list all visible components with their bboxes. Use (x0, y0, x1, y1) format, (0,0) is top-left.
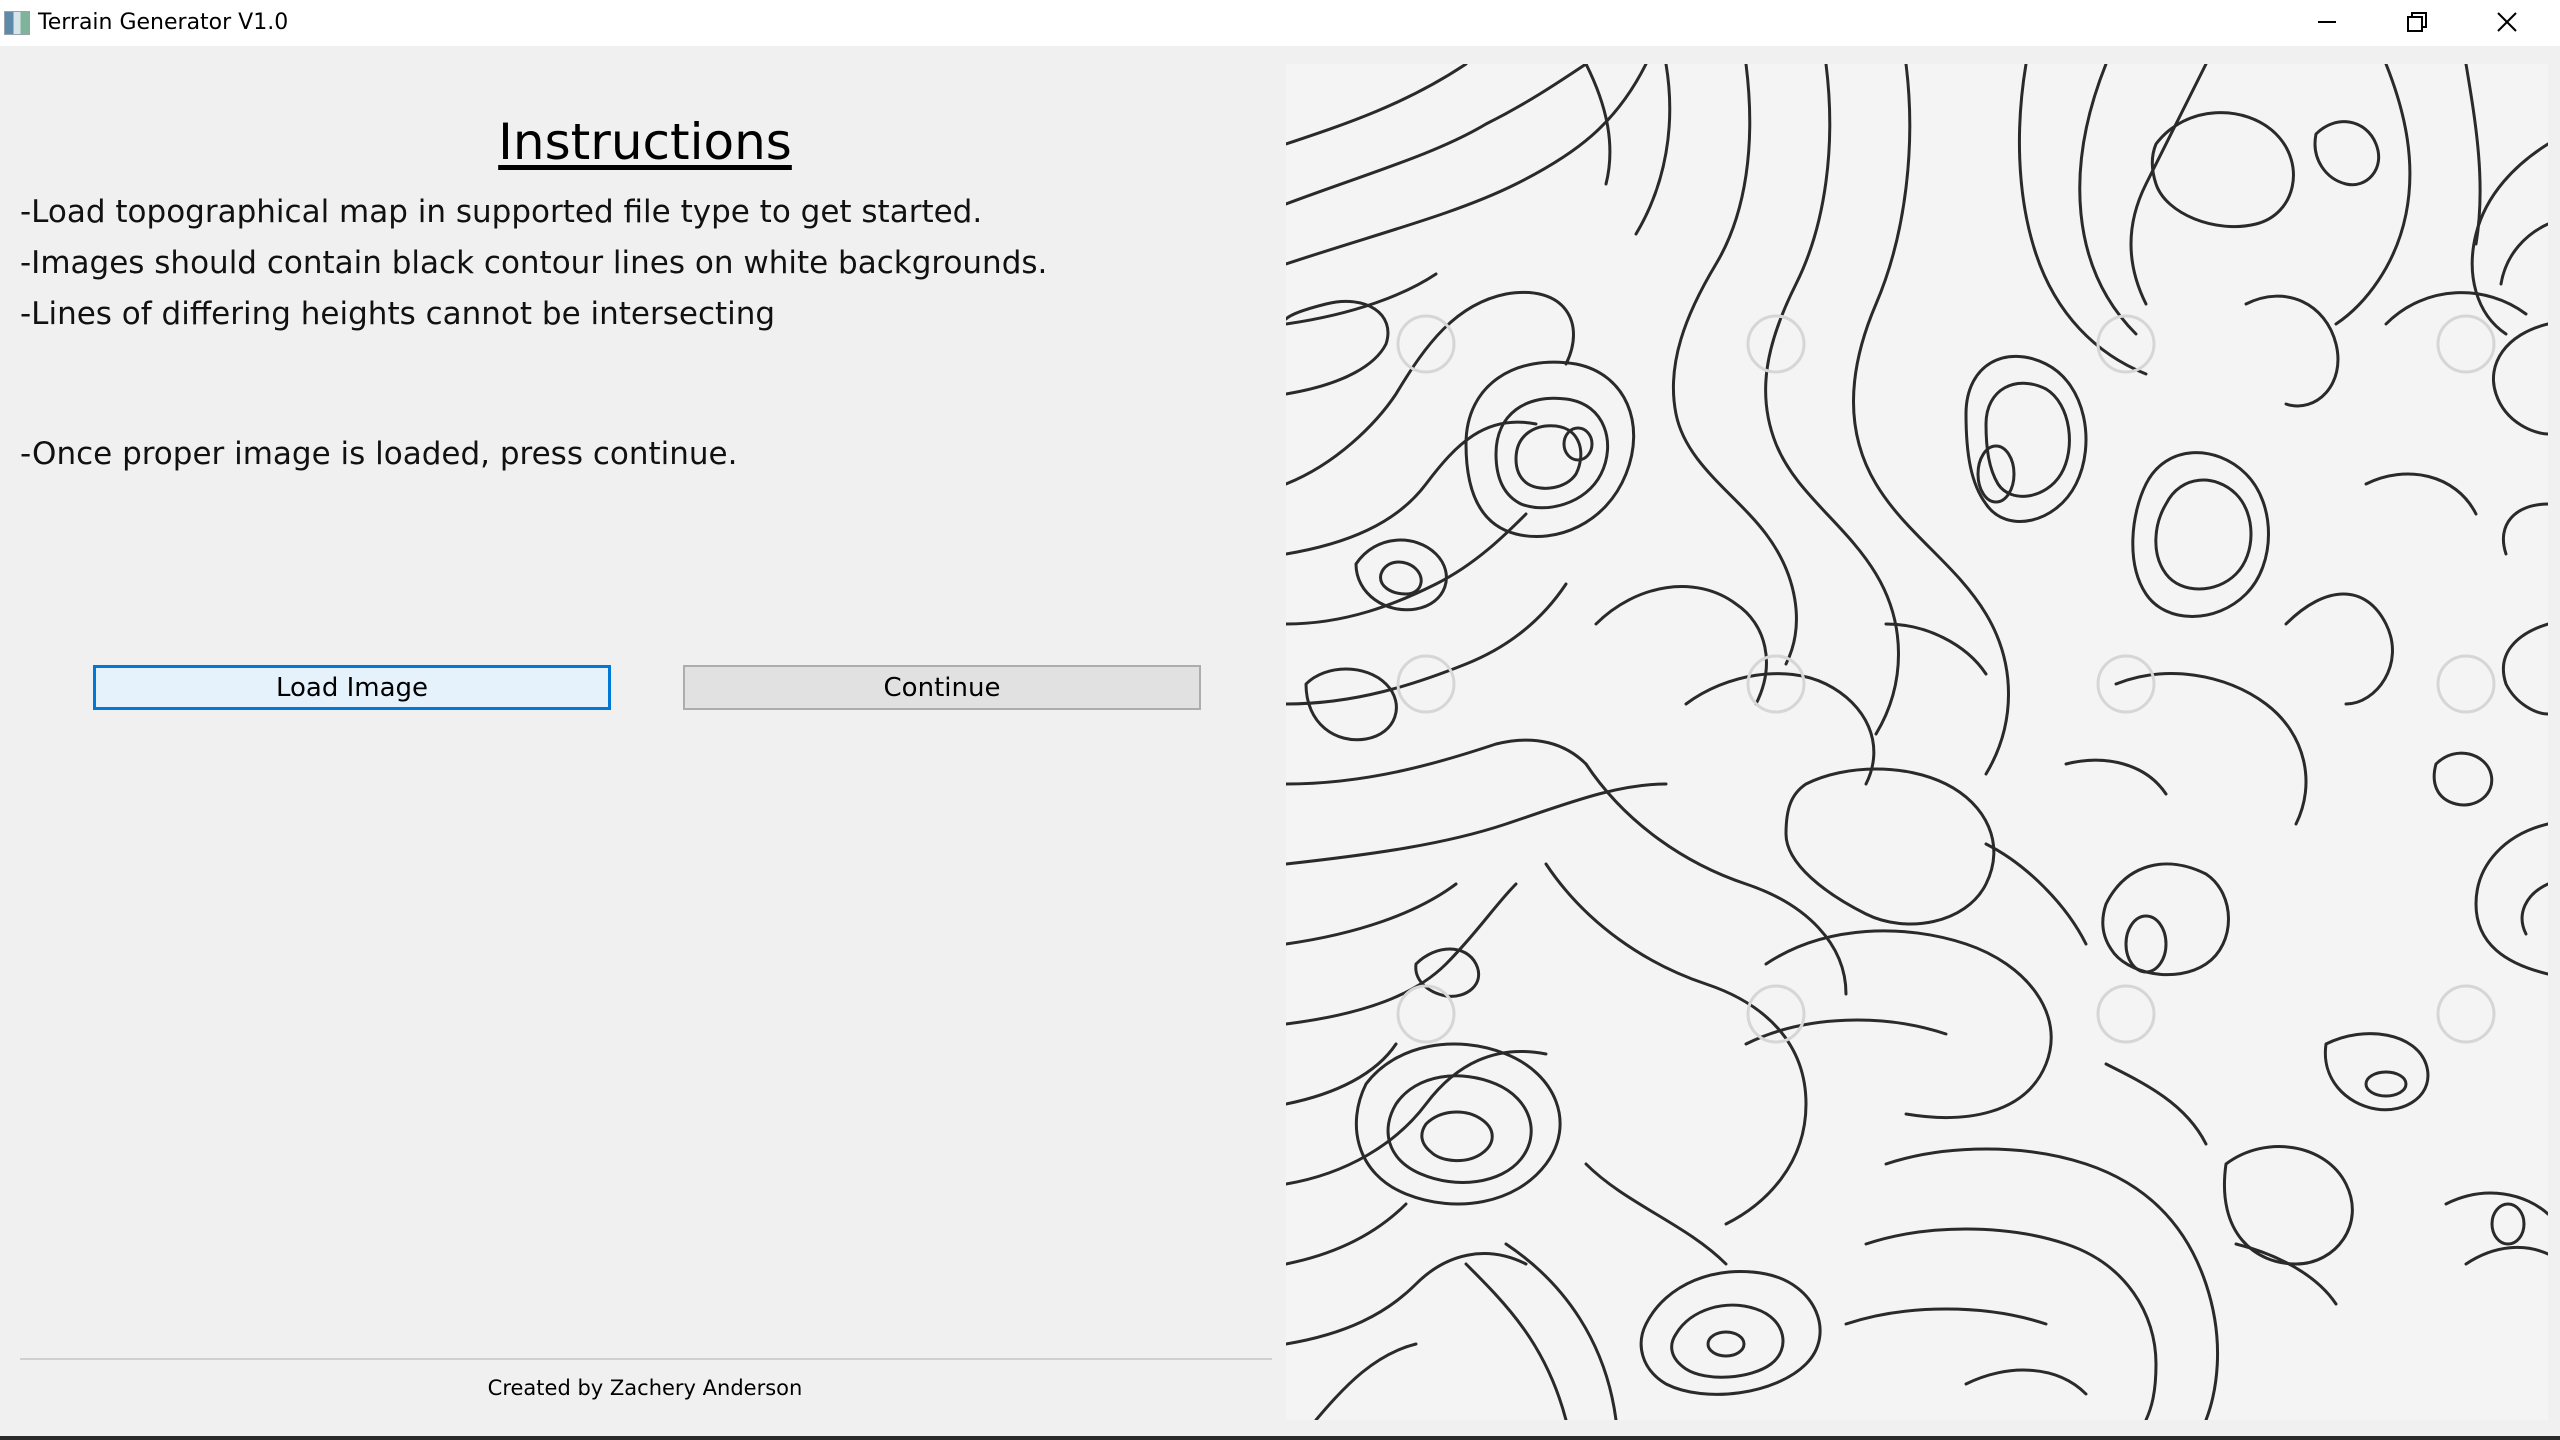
instruction-line: -Once proper image is loaded, press cont… (20, 436, 738, 472)
instruction-line: -Load topographical map in supported fil… (20, 194, 983, 230)
instructions-heading: Instructions (498, 113, 792, 171)
restore-icon (2407, 12, 2427, 32)
app-icon (4, 11, 30, 35)
instruction-line: -Images should contain black contour lin… (20, 245, 1048, 281)
contour-map-image (1286, 64, 2548, 1420)
minimize-button[interactable] (2282, 0, 2372, 44)
load-image-button[interactable]: Load Image (93, 665, 611, 710)
instruction-line: -Lines of differing heights cannot be in… (20, 296, 776, 332)
instructions-panel: Instructions -Load topographical map in … (0, 46, 1286, 1440)
title-bar[interactable]: Terrain Generator V1.0 (0, 0, 2560, 46)
footer-divider (20, 1358, 1272, 1360)
window-title: Terrain Generator V1.0 (38, 10, 289, 35)
restore-button[interactable] (2372, 0, 2462, 44)
footer-credit: Created by Zachery Anderson (487, 1376, 803, 1400)
app-window: Terrain Generator V1.0 Instructions -Loa… (0, 0, 2560, 1440)
topographic-map-preview (1286, 64, 2548, 1420)
close-button[interactable] (2462, 0, 2552, 44)
close-icon (2497, 12, 2517, 32)
continue-button[interactable]: Continue (683, 665, 1201, 710)
window-bottom-border (0, 1436, 2560, 1440)
minimize-icon (2318, 21, 2336, 23)
